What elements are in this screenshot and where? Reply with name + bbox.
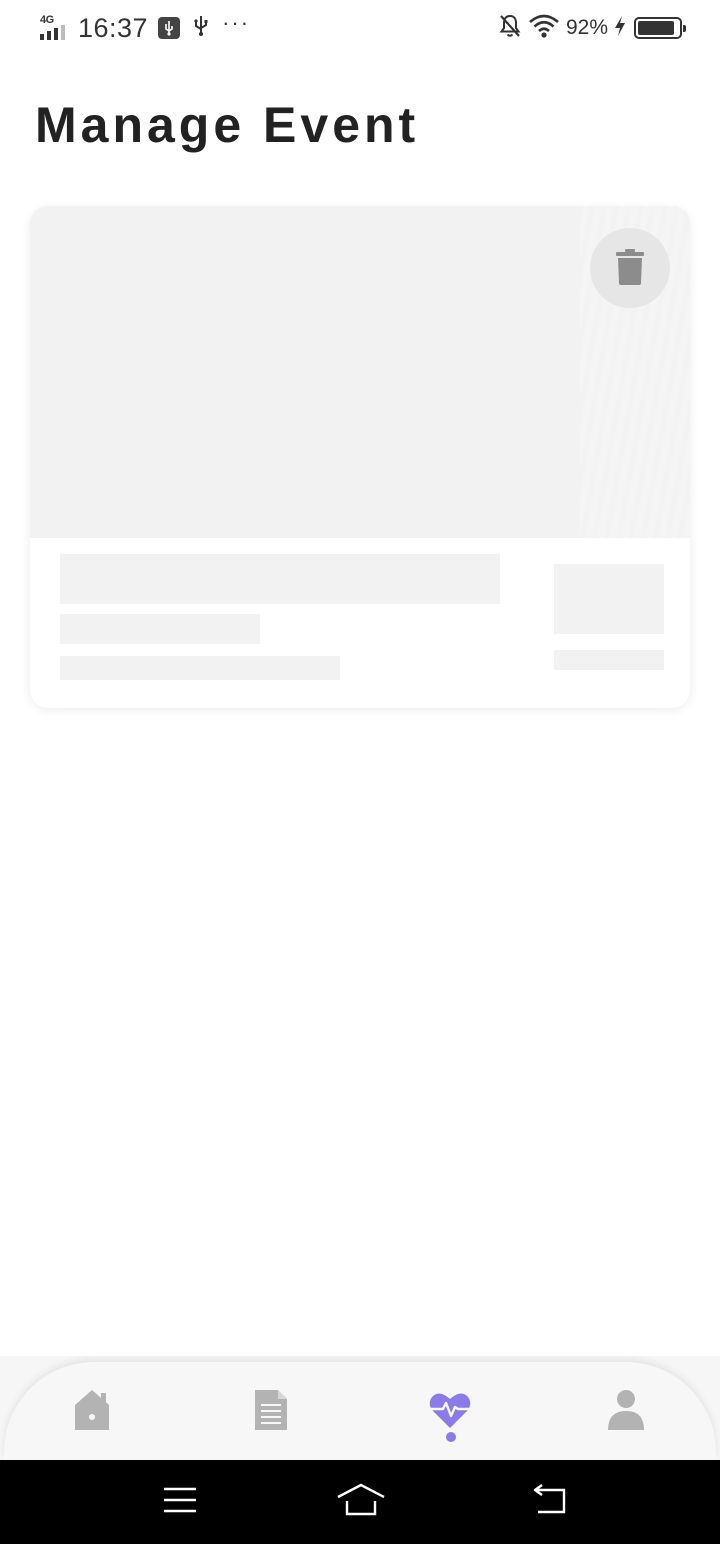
- trash-icon: [615, 248, 645, 289]
- meta-skeleton: [554, 650, 664, 670]
- active-indicator: [446, 1432, 456, 1442]
- bottom-nav-container: [0, 1356, 720, 1460]
- status-right: 92%: [498, 12, 686, 44]
- battery-level: [638, 21, 674, 35]
- event-card[interactable]: [30, 206, 690, 708]
- system-menu-button[interactable]: [158, 1482, 202, 1522]
- heart-pulse-icon: [429, 1391, 471, 1434]
- system-back-button[interactable]: [528, 1482, 572, 1522]
- status-time: 16:37: [78, 12, 149, 43]
- subtitle-skeleton: [60, 614, 260, 644]
- bottom-nav: [4, 1362, 716, 1460]
- back-icon: [530, 1483, 570, 1521]
- detail-skeleton: [60, 656, 340, 680]
- menu-icon: [162, 1485, 198, 1520]
- home-icon: [74, 1389, 110, 1436]
- battery-icon: [634, 17, 686, 39]
- home-outline-icon: [336, 1483, 386, 1522]
- usb-icon: [192, 15, 210, 42]
- profile-icon: [607, 1389, 645, 1436]
- cellular-signal-icon: 4G: [38, 12, 72, 44]
- bell-muted-icon: [498, 13, 522, 44]
- delete-button[interactable]: [590, 228, 670, 308]
- page-title: Manage Event: [35, 97, 420, 153]
- status-bar: 4G 16:37 ··· 92%: [0, 0, 720, 56]
- document-icon: [254, 1389, 288, 1436]
- system-nav-bar: [0, 1460, 720, 1544]
- date-skeleton: [554, 564, 664, 634]
- nav-profile[interactable]: [596, 1382, 656, 1442]
- event-image-placeholder: [30, 206, 690, 538]
- wifi-icon: [528, 13, 560, 44]
- nav-documents[interactable]: [241, 1382, 301, 1442]
- system-home-button[interactable]: [336, 1482, 386, 1522]
- more-notifications-icon: ···: [222, 10, 251, 35]
- usb-debug-icon: [158, 17, 181, 39]
- nav-home[interactable]: [62, 1382, 122, 1442]
- status-left: 4G 16:37 ···: [38, 12, 250, 44]
- title-skeleton: [60, 554, 500, 604]
- charging-bolt-icon: [614, 15, 626, 42]
- battery-percent: 92%: [565, 16, 608, 39]
